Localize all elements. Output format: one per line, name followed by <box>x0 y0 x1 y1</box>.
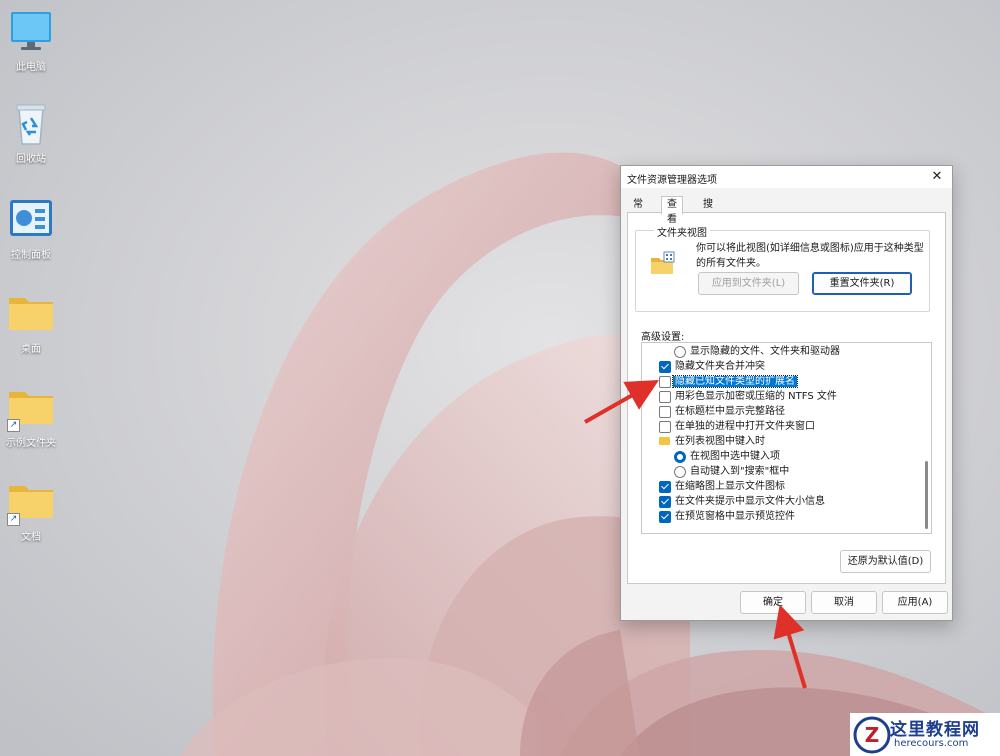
checkbox[interactable] <box>659 511 671 523</box>
apply-to-folders-button[interactable]: 应用到文件夹(L) <box>698 272 799 295</box>
apply-button[interactable]: 应用(A) <box>882 591 948 614</box>
desktop-icon-desktop-folder[interactable]: 桌面 <box>0 292 62 355</box>
tab-search[interactable]: 搜索 <box>697 196 719 225</box>
checkbox[interactable] <box>659 406 671 418</box>
list-scrollbar[interactable] <box>921 343 931 533</box>
desktop-icon-label: 此电脑 <box>16 62 46 73</box>
desktop-icon-control-panel[interactable]: 控制面板 <box>0 198 62 261</box>
desktop-icon-recycle-bin[interactable]: 回收站 <box>0 102 62 165</box>
desktop-icon-sample-folder[interactable]: ↗ 示例文件夹 <box>0 386 62 449</box>
list-item-label: 在文件夹提示中显示文件大小信息 <box>675 496 825 507</box>
folder-shortcut-icon: ↗ <box>7 480 55 526</box>
watermark-title: 这里教程网 <box>890 720 980 740</box>
site-watermark: Z 这里教程网 herecours.com <box>850 713 1000 756</box>
list-item[interactable]: 在文件夹提示中显示文件大小信息 <box>659 494 827 509</box>
site-logo-icon: Z <box>853 716 891 754</box>
folder-icon <box>7 292 55 334</box>
list-item[interactable]: 隐藏文件夹合并冲突 <box>659 359 767 374</box>
reset-folders-button[interactable]: 重置文件夹(R) <box>812 272 912 295</box>
desktop-icon-this-pc[interactable]: 此电脑 <box>0 10 62 73</box>
list-item-label: 在单独的进程中打开文件夹窗口 <box>675 421 815 432</box>
list-item: 在列表视图中键入时 <box>659 434 767 449</box>
list-item[interactable]: 自动键入到"搜索"框中 <box>674 464 791 479</box>
list-item-label: 隐藏文件夹合并冲突 <box>675 361 765 372</box>
close-icon[interactable]: ✕ <box>928 168 946 186</box>
folder-icon <box>659 437 670 445</box>
list-item-label: 自动键入到"搜索"框中 <box>690 466 790 477</box>
shortcut-arrow-icon: ↗ <box>7 419 20 432</box>
checkbox[interactable] <box>659 391 671 403</box>
list-item-label: 在列表视图中键入时 <box>675 436 765 447</box>
checkbox[interactable] <box>659 496 671 508</box>
folder-views-group: 文件夹视图 你可以将此视图(如详细信息或图标)应用于这种类型的所有文件夹。 应用… <box>635 224 930 312</box>
list-item[interactable]: 在标题栏中显示完整路径 <box>659 404 787 419</box>
list-item[interactable]: 在视图中选中键入项 <box>674 449 782 464</box>
folder-view-icon <box>650 251 676 277</box>
recycle-bin-icon <box>7 102 55 145</box>
advanced-settings-label: 高级设置: <box>641 332 685 343</box>
advanced-settings-list[interactable]: 显示隐藏的文件、文件夹和驱动器 隐藏文件夹合并冲突 隐藏已知文件类型的扩展名 用… <box>641 342 932 534</box>
list-item-label: 在预览窗格中显示预览控件 <box>675 511 795 522</box>
list-item-label: 在视图中选中键入项 <box>690 451 780 462</box>
checkbox[interactable] <box>659 361 671 373</box>
desktop-icon-documents[interactable]: ↗ 文档 <box>0 480 62 543</box>
list-item[interactable]: 在预览窗格中显示预览控件 <box>659 509 797 524</box>
ok-button[interactable]: 确定 <box>740 591 806 614</box>
monitor-icon <box>7 10 55 52</box>
hide-extensions-checkbox[interactable] <box>659 376 671 388</box>
tab-general[interactable]: 常规 <box>627 196 649 225</box>
checkbox[interactable] <box>659 421 671 433</box>
list-item-label: 隐藏已知文件类型的扩展名 <box>672 375 798 388</box>
dialog-title: 文件资源管理器选项 <box>627 175 717 186</box>
list-item-label: 在标题栏中显示完整路径 <box>675 406 785 417</box>
group-title: 文件夹视图 <box>654 224 710 239</box>
list-item[interactable]: 在单独的进程中打开文件夹窗口 <box>659 419 817 434</box>
restore-defaults-button[interactable]: 还原为默认值(D) <box>840 550 931 573</box>
list-item-label: 在缩略图上显示文件图标 <box>675 481 785 492</box>
watermark-url: herecours.com <box>894 738 969 749</box>
cancel-button[interactable]: 取消 <box>811 591 877 614</box>
scrollbar-thumb[interactable] <box>925 461 928 529</box>
shortcut-arrow-icon: ↗ <box>7 513 20 526</box>
desktop-icon-label: 控制面板 <box>11 250 51 261</box>
desktop-icon-label: 示例文件夹 <box>6 438 56 449</box>
checkbox[interactable] <box>659 481 671 493</box>
list-item[interactable]: 用彩色显示加密或压缩的 NTFS 文件 <box>659 389 839 404</box>
list-item-label: 用彩色显示加密或压缩的 NTFS 文件 <box>675 391 837 402</box>
list-item-hide-extensions[interactable]: 隐藏已知文件类型的扩展名 <box>659 374 798 389</box>
radio-button[interactable] <box>674 466 686 478</box>
folder-views-description: 你可以将此视图(如详细信息或图标)应用于这种类型的所有文件夹。 <box>696 243 924 269</box>
desktop-icon-label: 文档 <box>21 532 41 543</box>
logo-letter: Z <box>865 723 880 747</box>
tab-view[interactable]: 查看 <box>661 196 683 225</box>
list-item-label: 显示隐藏的文件、文件夹和驱动器 <box>690 346 840 357</box>
desktop-icon-label: 回收站 <box>16 154 46 165</box>
list-item[interactable]: 显示隐藏的文件、文件夹和驱动器 <box>674 344 842 359</box>
dialog-titlebar[interactable]: 文件资源管理器选项 ✕ <box>621 166 952 188</box>
list-item[interactable]: 在缩略图上显示文件图标 <box>659 479 787 494</box>
control-panel-icon <box>7 198 55 240</box>
desktop-icon-label: 桌面 <box>21 344 41 355</box>
radio-button[interactable] <box>674 346 686 358</box>
folder-options-dialog: 文件资源管理器选项 ✕ 常规 查看 搜索 文件夹视图 你可以将此视图(如详细信息… <box>620 165 953 621</box>
radio-button[interactable] <box>674 451 686 463</box>
folder-shortcut-icon: ↗ <box>7 386 55 432</box>
